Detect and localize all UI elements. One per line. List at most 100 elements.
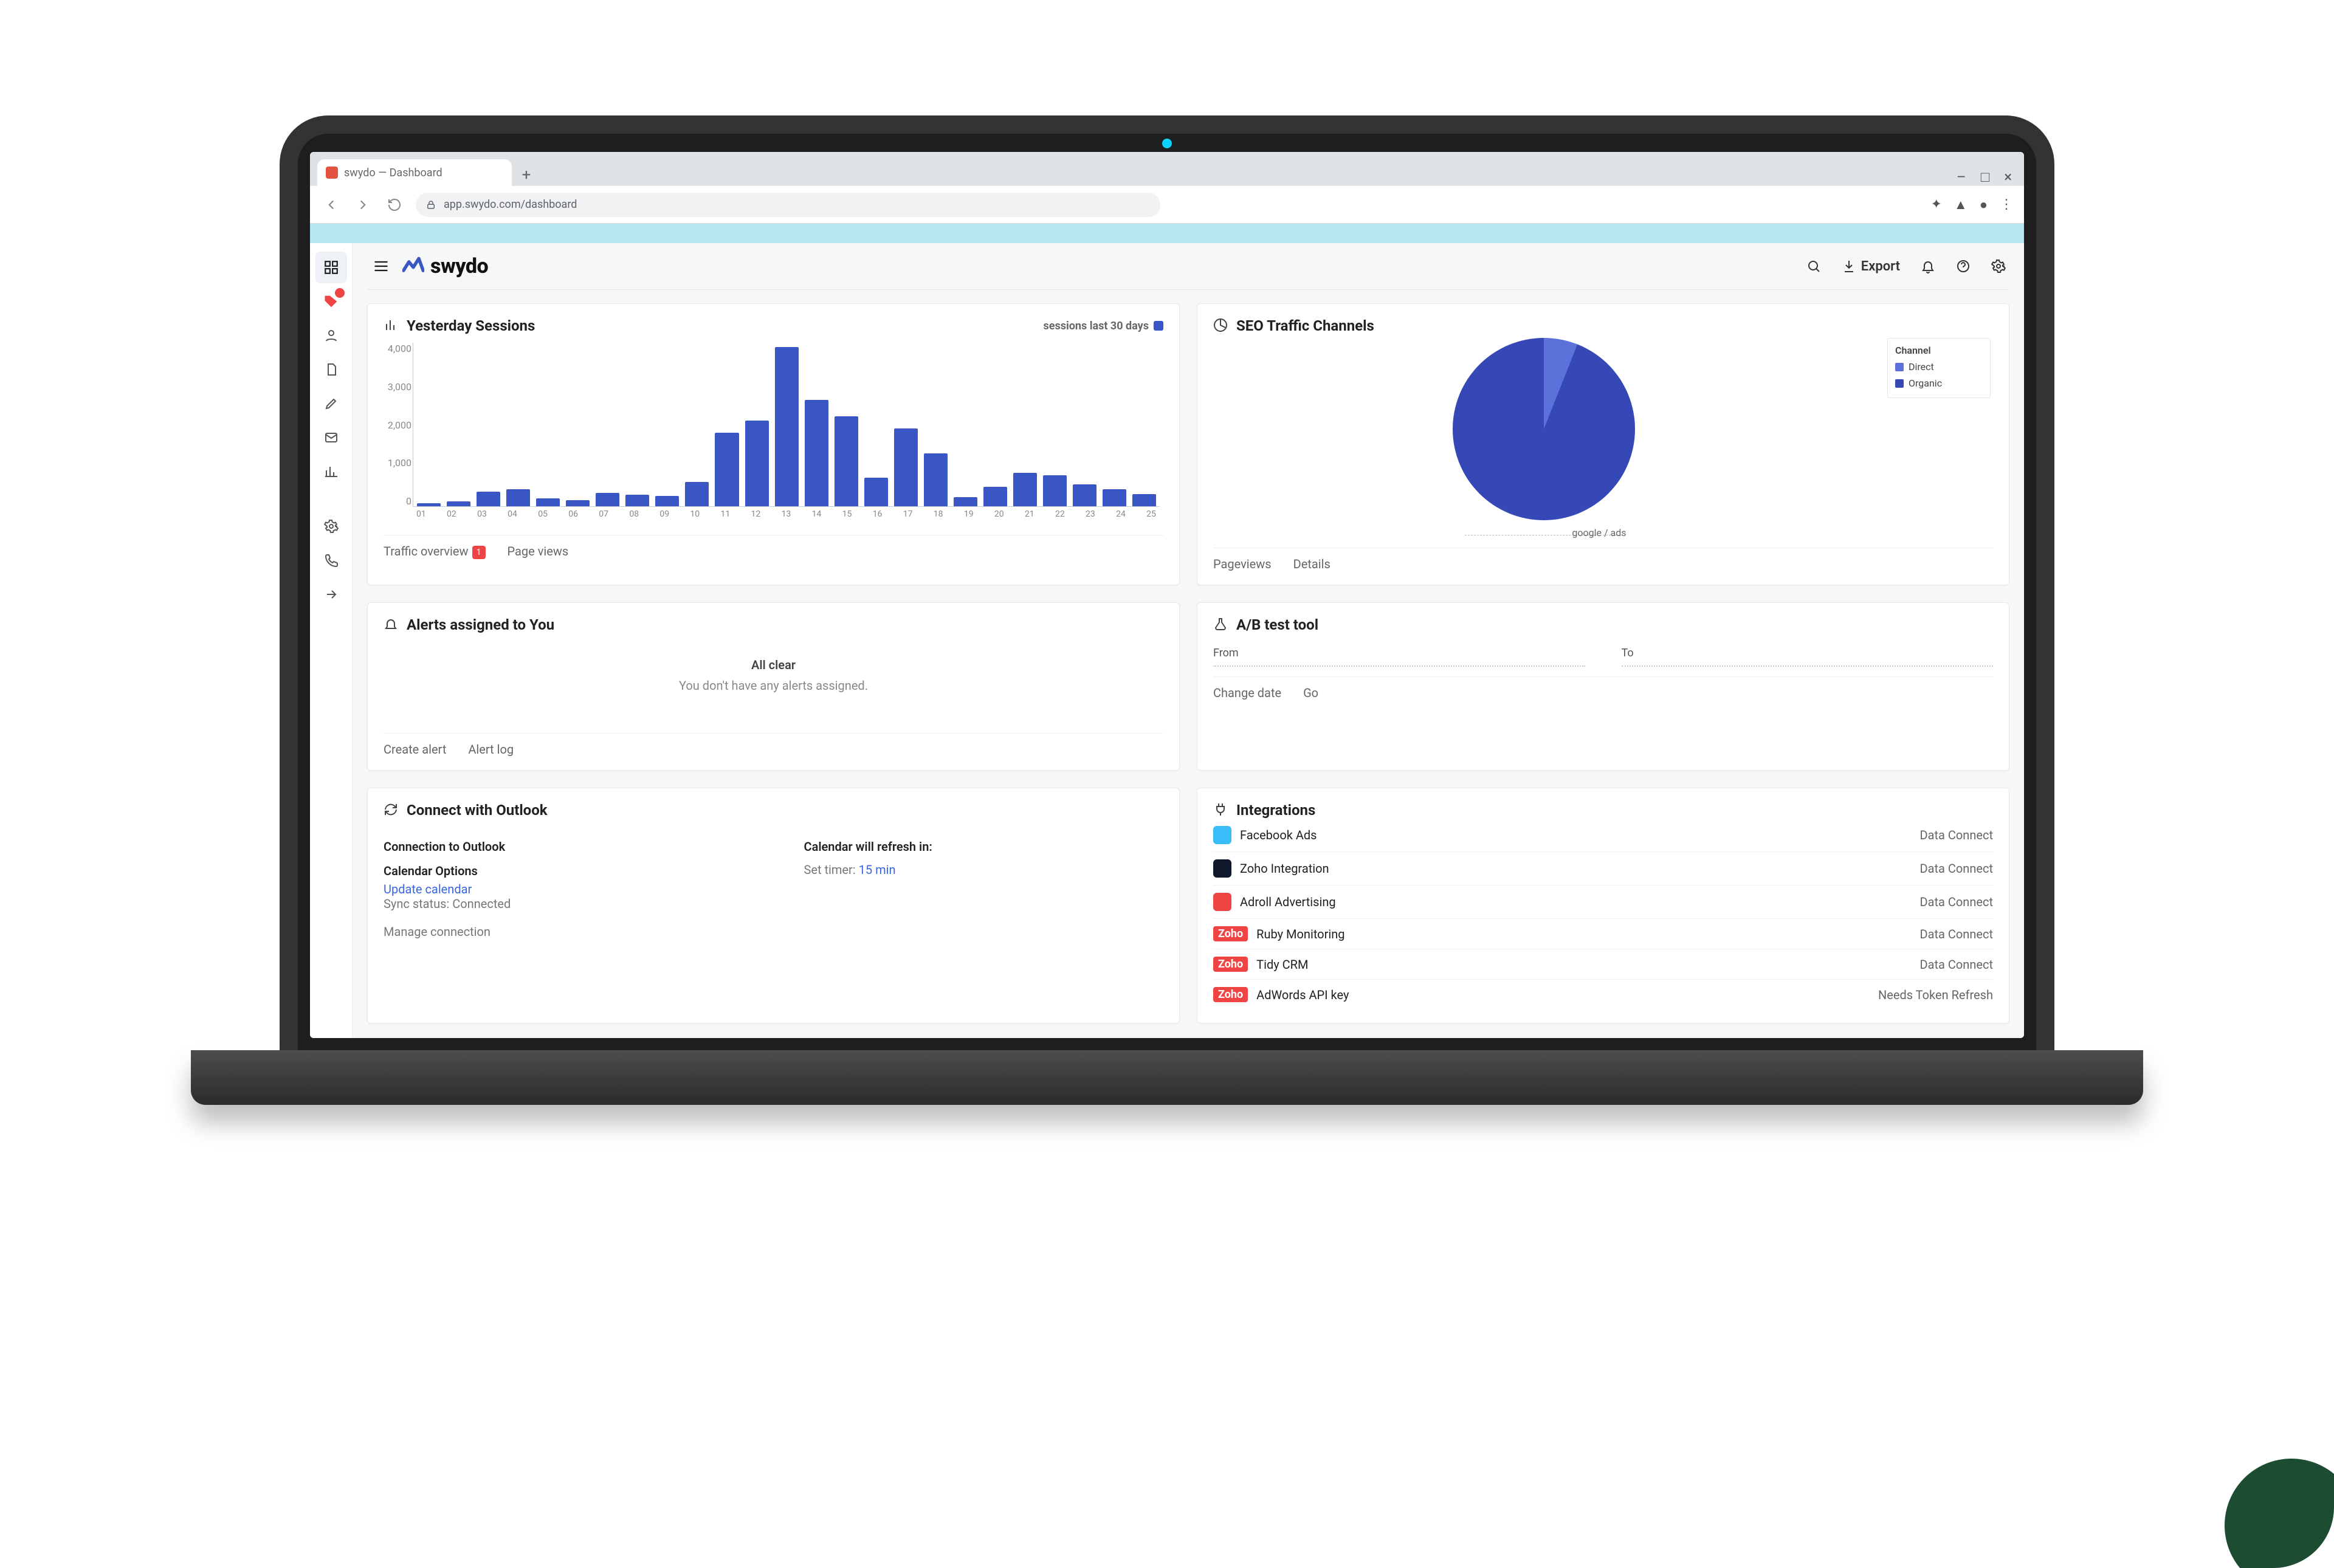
bar	[506, 489, 530, 506]
timer-value[interactable]: 15 min	[859, 862, 896, 877]
camera-dot	[1162, 139, 1172, 148]
sidebar-item-chart[interactable]	[315, 456, 347, 487]
bar-legend: sessions last 30 days	[1044, 320, 1163, 332]
bar	[954, 497, 977, 506]
integration-icon	[1213, 893, 1231, 911]
hamburger-button[interactable]	[371, 256, 391, 277]
sidebar-item-edit[interactable]	[315, 388, 347, 419]
tab-details[interactable]: Details	[1293, 557, 1331, 571]
bar-chart: 4,000 3,000 2,000 1,000 0 01020304050607…	[413, 343, 1160, 525]
laptop-frame: swydo — Dashboard + – □ ×	[280, 115, 2054, 1105]
sidebar-item-clients[interactable]	[315, 320, 347, 351]
integration-row[interactable]: ZohoAdWords API keyNeeds Token Refresh	[1213, 980, 1993, 1009]
brand-text: swydo	[430, 254, 488, 278]
sidebar-item-reports[interactable]	[315, 354, 347, 385]
sidebar-item-dashboard[interactable]	[315, 252, 347, 283]
ab-from-input[interactable]	[1213, 664, 1585, 667]
gear-icon	[324, 519, 339, 534]
tab-go[interactable]: Go	[1303, 686, 1318, 700]
bell-icon	[1921, 259, 1935, 273]
settings-button[interactable]	[1991, 259, 2006, 273]
sidebar-item-mail[interactable]	[315, 422, 347, 453]
tab-title: swydo — Dashboard	[344, 167, 442, 179]
menu-icon	[373, 258, 390, 275]
card-title: A/B test tool	[1236, 616, 1318, 633]
integration-row[interactable]: ZohoTidy CRMData Connect	[1213, 949, 1993, 980]
tab-change-date[interactable]: Change date	[1213, 686, 1281, 700]
menu-icon[interactable]: ⋮	[2000, 197, 2013, 212]
new-tab-button[interactable]: +	[515, 164, 537, 186]
integration-row[interactable]: Facebook Ads Data Connect	[1213, 819, 1993, 852]
card-title: Connect with Outlook	[407, 802, 548, 819]
sidebar-rail	[310, 243, 353, 1038]
doc-icon	[324, 362, 339, 377]
brand-logo[interactable]: swydo	[402, 254, 488, 278]
integration-name: Adroll Advertising	[1240, 895, 1911, 909]
integration-row[interactable]: ZohoRuby MonitoringData Connect	[1213, 919, 1993, 949]
browser-tab[interactable]: swydo — Dashboard	[317, 159, 512, 186]
reload-button[interactable]	[384, 194, 405, 215]
logo-icon	[402, 255, 424, 277]
bar	[835, 416, 858, 506]
card-outlook: Connect with Outlook Connection to Outlo…	[367, 788, 1180, 1023]
search-icon	[1806, 259, 1821, 273]
card-title: Integrations	[1236, 802, 1315, 819]
bar	[745, 421, 769, 506]
integration-name: Tidy CRM	[1256, 957, 1911, 972]
bar	[983, 487, 1007, 506]
plug-icon	[1213, 802, 1229, 818]
app-header: swydo Export	[367, 254, 2009, 290]
ab-to-input[interactable]	[1622, 664, 1994, 667]
tab-pageviews[interactable]: Pageviews	[1213, 557, 1272, 571]
integration-status: Data Connect	[1919, 927, 1993, 941]
search-button[interactable]	[1806, 259, 1821, 273]
profile-icon[interactable]: ●	[1980, 197, 1988, 213]
tab-create-alert[interactable]: Create alert	[384, 742, 446, 757]
minimize-button[interactable]: –	[1957, 168, 1966, 186]
card-integrations: Integrations Facebook AdsData ConnectZoh…	[1197, 788, 2009, 1023]
flask-icon	[1213, 617, 1229, 633]
plot-area	[413, 343, 1160, 507]
export-button[interactable]: Export	[1842, 259, 1900, 274]
bar	[655, 496, 679, 506]
sidebar-item-arrow[interactable]	[315, 579, 347, 610]
tab-alert-log[interactable]: Alert log	[468, 742, 514, 757]
browser-urlbar: app.swydo.com/dashboard ✦ ▲ ● ⋮	[310, 186, 2024, 224]
integration-badge: Zoho	[1213, 957, 1248, 972]
window-controls: – □ ×	[1944, 168, 2024, 186]
browser-tabbar: swydo — Dashboard + – □ ×	[310, 152, 2024, 186]
integration-row[interactable]: Zoho IntegrationData Connect	[1213, 852, 1993, 885]
pie-chart-icon	[1213, 318, 1229, 334]
integration-name: Facebook Ads	[1240, 828, 1911, 842]
sidebar-item-tag[interactable]	[315, 286, 347, 317]
bar	[625, 495, 649, 506]
notifications-button[interactable]	[1921, 259, 1935, 273]
address-bar[interactable]: app.swydo.com/dashboard	[416, 193, 1160, 217]
bar	[1013, 473, 1037, 506]
pie-legend: Channel Direct Organic	[1887, 338, 1991, 398]
integration-status: Data Connect	[1919, 828, 1993, 842]
favicon-icon	[326, 167, 338, 179]
help-button[interactable]	[1956, 259, 1971, 273]
card-title: Alerts assigned to You	[407, 616, 554, 633]
bar	[685, 482, 709, 506]
integration-row[interactable]: Adroll Advertising Data Connect	[1213, 885, 1993, 919]
tab-traffic-overview[interactable]: Traffic overview1	[384, 544, 486, 559]
legend-swatch	[1154, 321, 1163, 331]
tab-page-views[interactable]: Page views	[508, 544, 569, 559]
back-button[interactable]	[321, 194, 342, 215]
integration-status: Data Connect	[1919, 895, 1993, 909]
sidebar-item-phone[interactable]	[315, 545, 347, 576]
lock-icon	[425, 199, 436, 210]
integration-status: Data Connect	[1919, 861, 1993, 876]
update-calendar-link[interactable]: Update calendar	[384, 882, 743, 896]
integration-icon	[1213, 826, 1231, 844]
close-button[interactable]: ×	[2004, 168, 2012, 186]
mail-icon	[324, 430, 339, 445]
maximize-button[interactable]: □	[1981, 168, 1990, 186]
forward-button[interactable]	[353, 194, 373, 215]
extension-icon[interactable]: ▲	[1954, 197, 1967, 213]
sidebar-item-settings[interactable]	[315, 511, 347, 542]
extension-icon[interactable]: ✦	[1930, 197, 1941, 212]
integration-badge: Zoho	[1213, 926, 1248, 941]
